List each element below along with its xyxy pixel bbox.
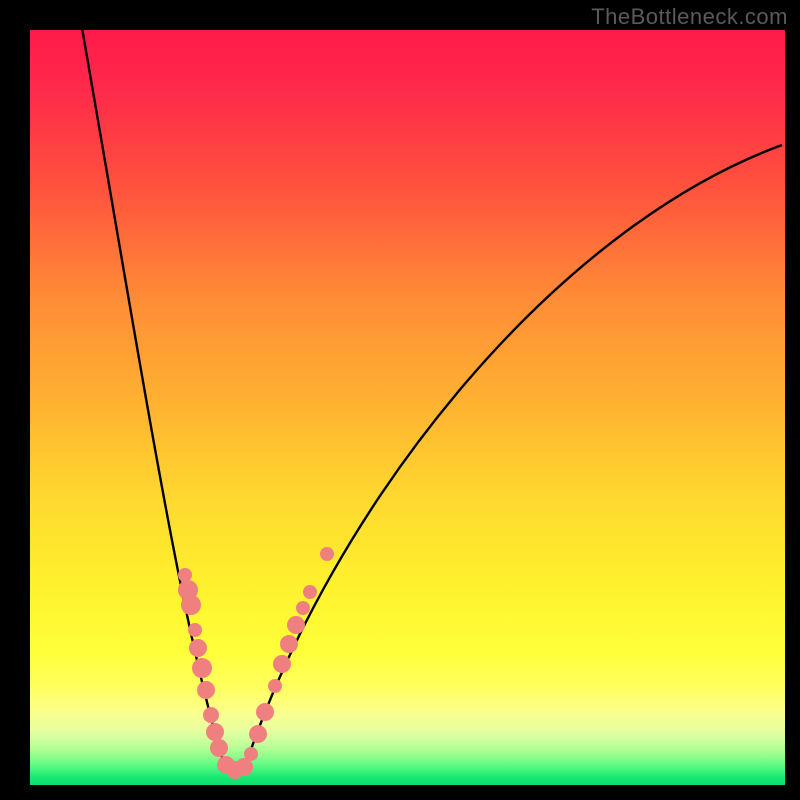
scatter-dot xyxy=(210,739,228,757)
scatter-dot xyxy=(296,601,310,615)
scatter-dot xyxy=(197,681,215,699)
scatter-dot xyxy=(273,655,291,673)
scatter-dot xyxy=(249,725,267,743)
scatter-dot xyxy=(280,635,298,653)
chart-container: TheBottleneck.com xyxy=(0,0,800,800)
scatter-dot xyxy=(244,747,258,761)
gradient-background xyxy=(30,30,785,785)
scatter-dot xyxy=(268,679,282,693)
scatter-dot xyxy=(189,639,207,657)
scatter-dot xyxy=(203,707,219,723)
scatter-dot xyxy=(206,723,224,741)
scatter-dot xyxy=(192,658,212,678)
scatter-dot xyxy=(320,547,334,561)
plot-area xyxy=(30,30,785,785)
scatter-dot xyxy=(287,616,305,634)
scatter-dot xyxy=(256,703,274,721)
scatter-dot xyxy=(188,623,202,637)
scatter-dot xyxy=(181,595,201,615)
scatter-dot xyxy=(178,568,192,582)
plot-svg xyxy=(30,30,785,785)
scatter-dot xyxy=(303,585,317,599)
watermark-text: TheBottleneck.com xyxy=(591,4,788,30)
